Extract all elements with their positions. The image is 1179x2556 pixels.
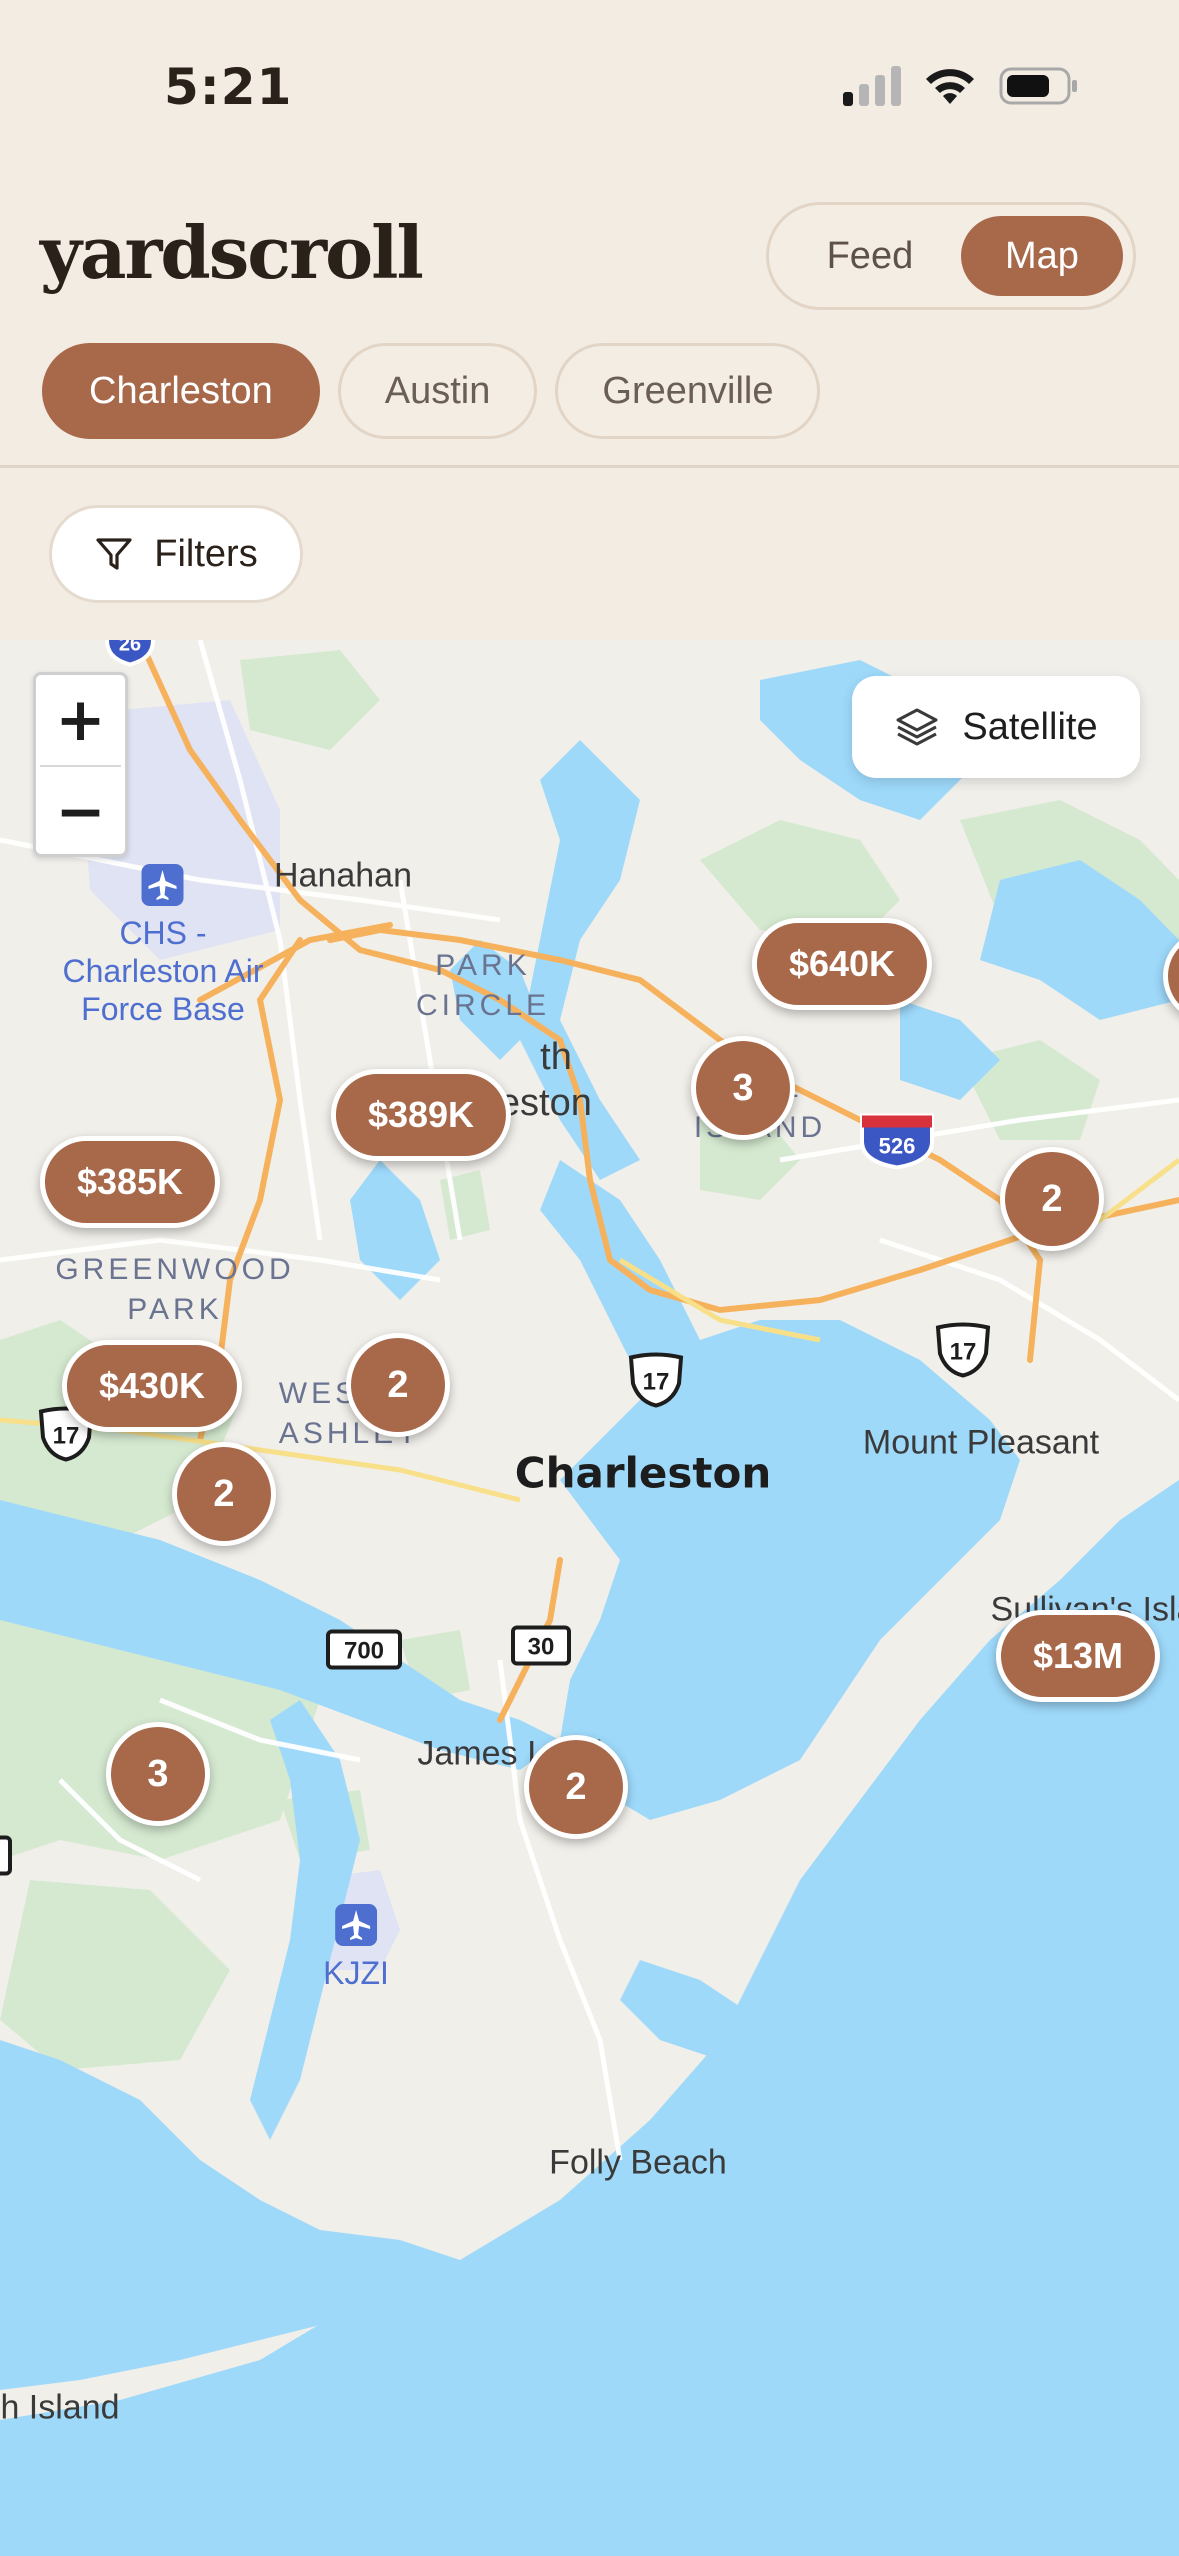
place-label-charleston: Charleston — [514, 1448, 772, 1498]
map-tab[interactable]: Map — [960, 216, 1123, 296]
place-label-folly-beach: Folly Beach — [549, 2143, 727, 2182]
status-bar: 5:21 — [0, 0, 1179, 170]
cluster-pin-james-island[interactable]: 2 — [524, 1735, 628, 1839]
svg-text:26: 26 — [119, 640, 141, 656]
road-shield-us17-downtown: 17 — [625, 1352, 687, 1413]
zoom-control: + − — [33, 672, 128, 857]
listing-pin-640k[interactable]: $640K — [751, 918, 933, 1010]
place-label-chs-airport: CHS - Charleston Air Force Base — [62, 864, 264, 1028]
svg-text:17: 17 — [53, 1423, 80, 1450]
cluster-pin-johns-island[interactable]: 3 — [106, 1722, 210, 1826]
cluster-pin-greenwood[interactable]: 2 — [172, 1442, 276, 1546]
cellular-signal-icon — [843, 66, 901, 106]
airport-icon — [335, 1904, 377, 1946]
road-shield-us17-mt-pleasant: 17 — [932, 1322, 994, 1383]
place-label-park-circle: PARK CIRCLE — [415, 949, 551, 1022]
filters-button[interactable]: Filters — [49, 505, 303, 603]
app-title: yardscroll — [40, 210, 424, 295]
city-chip-austin[interactable]: Austin — [337, 343, 538, 439]
airport-icon — [141, 864, 184, 906]
view-toggle: Feed Map — [766, 202, 1136, 310]
listing-pin-430k[interactable]: $430K — [61, 1340, 243, 1432]
road-shield-sc700: 700 — [325, 1629, 403, 1676]
place-label-kjzi: KJZI — [323, 1904, 389, 1992]
status-time: 5:21 — [164, 58, 293, 116]
place-label-johns-island: h Island — [0, 2388, 120, 2427]
road-shield-partial — [0, 1835, 14, 1882]
svg-text:17: 17 — [643, 1369, 670, 1396]
road-shield-sc30: 30 — [510, 1625, 572, 1672]
filters-label: Filters — [154, 532, 258, 575]
svg-text:700: 700 — [344, 1638, 384, 1665]
header-divider — [0, 465, 1179, 468]
place-label-mount-pleasant: Mount Pleasant — [862, 1423, 1100, 1462]
chs-label-line3: Force Base — [81, 991, 245, 1027]
status-icons — [843, 66, 1079, 106]
place-label-greenwood-park: GREENWOOD PARK — [55, 1253, 295, 1326]
svg-text:30: 30 — [528, 1634, 555, 1661]
road-shield-i526: 526 — [858, 1112, 936, 1177]
chs-label-line2: Charleston Air — [62, 953, 264, 989]
svg-text:526: 526 — [879, 1134, 916, 1159]
cluster-pin-daniel-island[interactable]: 3 — [691, 1036, 795, 1140]
city-chips: Charleston Austin Greenville — [42, 343, 821, 439]
layers-icon — [896, 708, 938, 746]
satellite-label: Satellite — [962, 705, 1098, 748]
feed-tab[interactable]: Feed — [779, 216, 961, 296]
listing-pin-385k[interactable]: $385K — [39, 1136, 221, 1228]
satellite-toggle-button[interactable]: Satellite — [852, 676, 1140, 778]
listing-pin-13m[interactable]: $13M — [995, 1610, 1161, 1702]
zoom-out-button[interactable]: − — [36, 767, 125, 857]
cluster-pin-mount-pleasant[interactable]: 2 — [1000, 1147, 1104, 1251]
chs-label-line1: CHS - — [119, 915, 207, 951]
listing-pin-389k[interactable]: $389K — [330, 1069, 512, 1161]
road-shield-i26: 26 — [103, 640, 157, 672]
city-chip-charleston[interactable]: Charleston — [42, 343, 320, 439]
place-label-hanahan: Hanahan — [273, 856, 413, 895]
svg-text:17: 17 — [950, 1339, 977, 1366]
battery-icon — [999, 67, 1077, 105]
filter-funnel-icon — [96, 538, 132, 570]
zoom-in-button[interactable]: + — [36, 675, 125, 765]
city-chip-greenville[interactable]: Greenville — [555, 343, 821, 439]
wifi-icon — [926, 69, 974, 104]
cluster-pin-west-ashley[interactable]: 2 — [346, 1333, 450, 1437]
map-view[interactable]: Hanahan CHS - Charleston Air Force Base … — [0, 640, 1179, 2556]
